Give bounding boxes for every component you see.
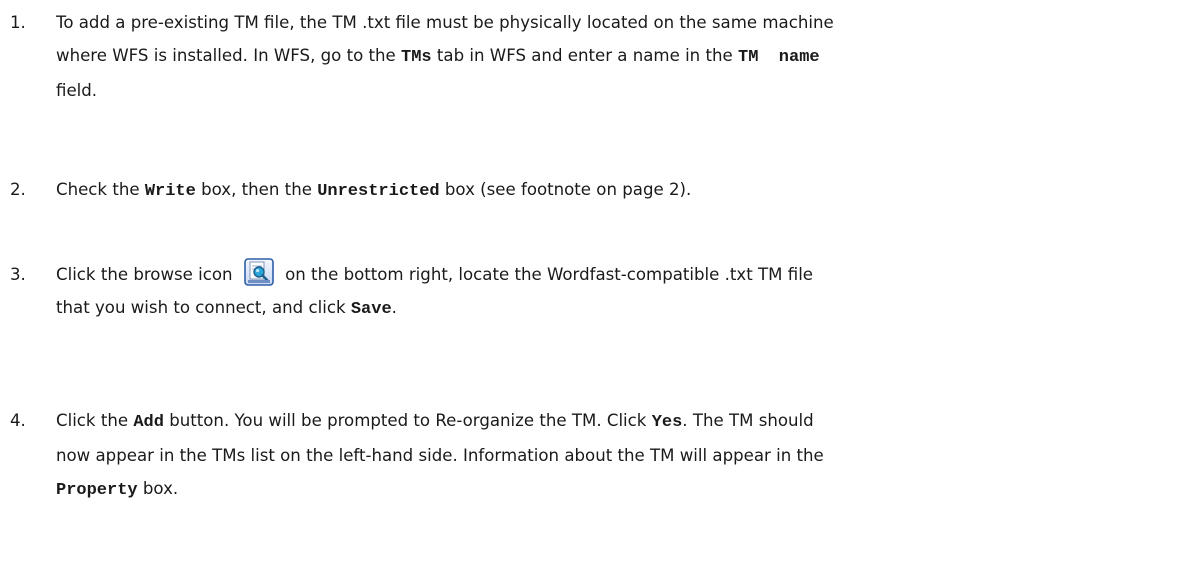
step-text-segment: box, then the bbox=[195, 180, 318, 199]
step-number: 1. bbox=[10, 13, 26, 32]
step-text-segment: box (see footnote on page 2). bbox=[439, 180, 692, 199]
step-text-segment: that you wish to connect, and click bbox=[56, 298, 351, 317]
step-text-segment: . The TM should bbox=[682, 411, 814, 430]
step-text: To add a pre-existing TM file, the TM .t… bbox=[56, 6, 1175, 107]
ui-term-unrestricted: Unrestricted bbox=[317, 182, 440, 201]
step-text-line: To add a pre-existing TM file, the TM .t… bbox=[56, 13, 834, 32]
step-text-segment: tab in WFS and enter a name in the bbox=[431, 46, 738, 65]
step-text-segment: where WFS is installed. In WFS, go to th… bbox=[56, 46, 402, 65]
step-text-segment: button. You will be prompted to Re-organ… bbox=[163, 411, 652, 430]
step-text-segment: . bbox=[391, 298, 397, 317]
ui-term-tm-name: TM name bbox=[738, 48, 820, 67]
document-page: 1. To add a pre-existing TM file, the TM… bbox=[0, 0, 1181, 563]
step-text: Check the Write box, then the Unrestrict… bbox=[56, 173, 1175, 208]
step-text-segment: Check the bbox=[56, 180, 145, 199]
step-number: 2. bbox=[10, 180, 26, 199]
ui-term-write: Write bbox=[144, 182, 196, 201]
step-number: 3. bbox=[10, 265, 26, 284]
ui-term-yes: Yes bbox=[651, 413, 683, 432]
step-text-segment: box. bbox=[137, 479, 179, 498]
step-number: 4. bbox=[10, 411, 26, 430]
ui-term-add: Add bbox=[133, 413, 164, 432]
browse-icon bbox=[244, 258, 274, 286]
step-text-segment: Click the bbox=[56, 411, 134, 430]
ui-term-property: Property bbox=[56, 481, 138, 500]
ui-term-save: Save bbox=[350, 300, 392, 319]
step-text: Click the browse icon on the bottom righ… bbox=[56, 258, 1175, 326]
step-text-segment: on the bottom right, locate the Wordfast… bbox=[279, 265, 814, 284]
step-text-segment: Click the browse icon bbox=[56, 265, 238, 284]
step-text-line: field. bbox=[56, 81, 98, 100]
step-text: Click the Add button. You will be prompt… bbox=[56, 404, 1175, 507]
step-text-line: now appear in the TMs list on the left-h… bbox=[56, 446, 824, 465]
ui-term-tms: TMs bbox=[401, 48, 432, 67]
